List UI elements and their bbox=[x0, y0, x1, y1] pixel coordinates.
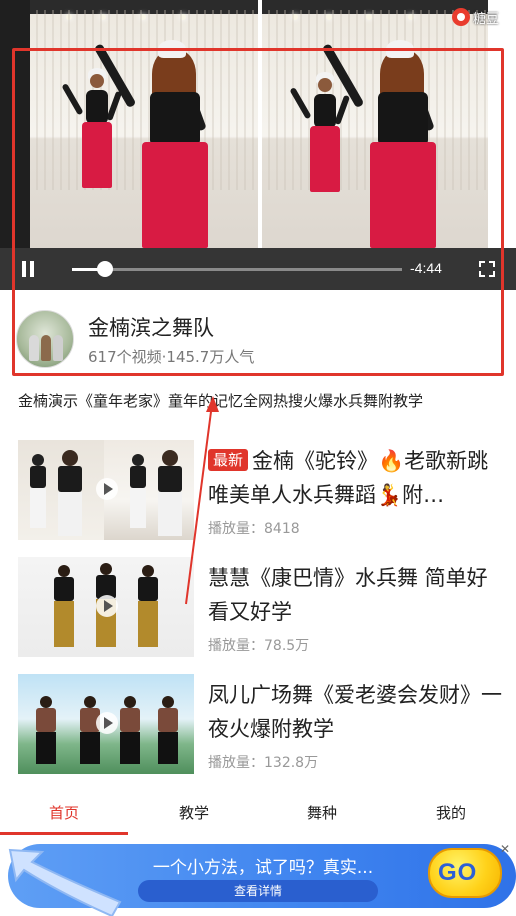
video-thumbnail[interactable] bbox=[18, 674, 194, 774]
item-title-text: 金楠《驼铃》🔥老歌新跳唯美单人水兵舞蹈💃附… bbox=[208, 449, 489, 507]
tab-home[interactable]: 首页 bbox=[14, 802, 114, 823]
tab-dance-types[interactable]: 舞种 bbox=[272, 802, 372, 823]
video-description: 金楠演示《童年老家》童年的记忆全网热搜火爆水兵舞附教学 bbox=[18, 392, 424, 410]
view-count: 播放量：132.8万 bbox=[208, 755, 319, 771]
watermark-text: 糖豆 bbox=[473, 11, 500, 27]
ad-details-button[interactable]: 查看详情 bbox=[138, 880, 378, 902]
ad-go-button[interactable]: GO bbox=[428, 848, 502, 898]
new-badge: 最新 bbox=[208, 449, 249, 471]
list-item[interactable]: 凤儿广场舞《爱老婆会发财》一夜火爆附教学 播放量：132.8万 bbox=[0, 674, 516, 778]
app-watermark: 糖豆 bbox=[452, 6, 499, 28]
annotation-highlight-box bbox=[12, 48, 504, 376]
play-icon bbox=[96, 595, 118, 617]
play-icon bbox=[96, 478, 118, 500]
item-title-text: 凤儿广场舞《爱老婆会发财》一夜火爆附教学 bbox=[208, 683, 502, 741]
close-icon[interactable]: ✕ bbox=[498, 842, 512, 856]
item-title-text: 慧慧《康巴情》水兵舞 简单好看又好学 bbox=[208, 566, 488, 624]
view-count: 播放量：78.5万 bbox=[208, 638, 310, 654]
ad-headline[interactable]: 一个小方法，试了吗？真实... bbox=[148, 853, 378, 878]
tangdou-logo-icon bbox=[452, 8, 470, 26]
video-thumbnail[interactable] bbox=[18, 440, 194, 540]
video-thumbnail[interactable] bbox=[18, 557, 194, 657]
bottom-nav: 首页 教学 舞种 我的 bbox=[0, 790, 516, 840]
play-icon bbox=[96, 712, 118, 734]
item-title[interactable]: 最新 金楠《驼铃》🔥老歌新跳唯美单人水兵舞蹈💃附… bbox=[208, 444, 504, 512]
ad-arrow-graphic bbox=[8, 848, 122, 916]
view-count: 播放量：8418 bbox=[208, 521, 300, 537]
item-title[interactable]: 凤儿广场舞《爱老婆会发财》一夜火爆附教学 bbox=[208, 678, 504, 746]
tab-mine[interactable]: 我的 bbox=[401, 802, 501, 823]
list-item[interactable]: 慧慧《康巴情》水兵舞 简单好看又好学 播放量：78.5万 bbox=[0, 557, 516, 661]
ad-go-label: GO bbox=[438, 859, 478, 886]
item-title[interactable]: 慧慧《康巴情》水兵舞 简单好看又好学 bbox=[208, 561, 504, 629]
active-tab-indicator bbox=[0, 832, 128, 835]
app-page: 糖豆 -4:44 金楠滨之舞队 617个视频·145.7万人气 金楠演示《童年老… bbox=[0, 0, 516, 916]
list-item[interactable]: 最新 金楠《驼铃》🔥老歌新跳唯美单人水兵舞蹈💃附… 播放量：8418 bbox=[0, 440, 516, 544]
tab-tutorial[interactable]: 教学 bbox=[144, 802, 244, 823]
